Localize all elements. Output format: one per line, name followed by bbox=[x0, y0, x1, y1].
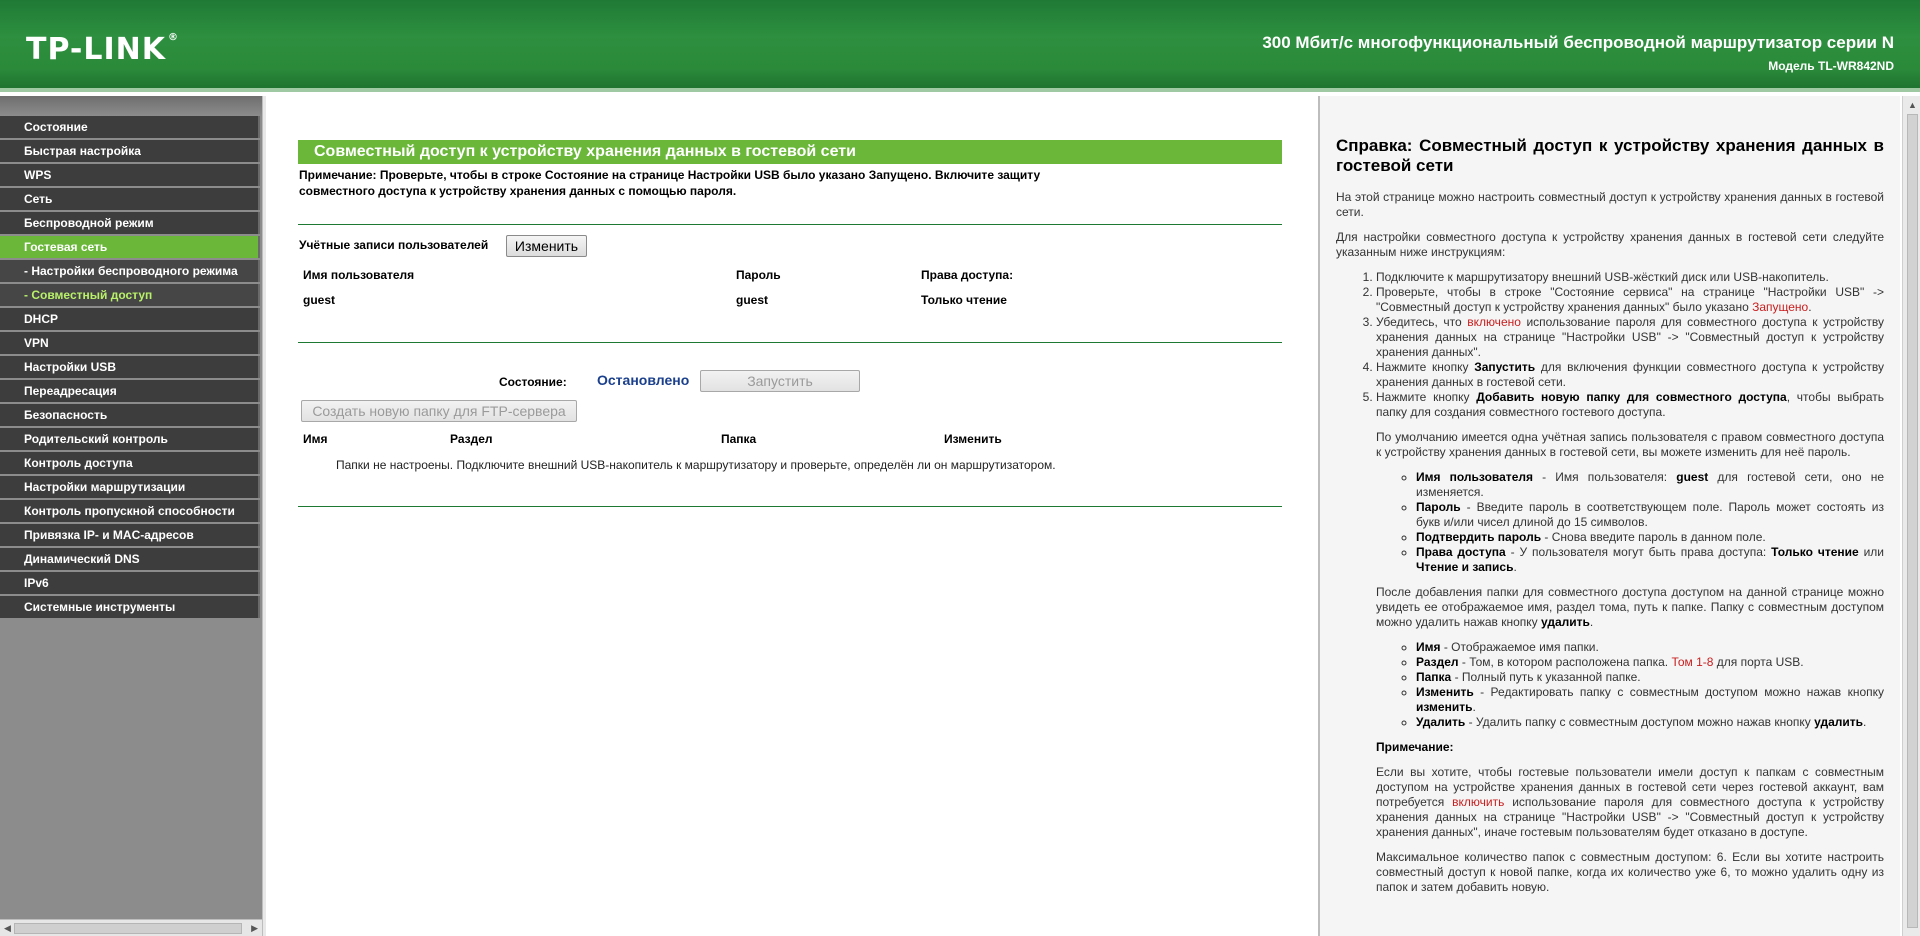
help-steps: Подключите к маршрутизатору внешний USB-… bbox=[1336, 270, 1884, 420]
sidebar-item[interactable]: Привязка IP- и MAC-адресов bbox=[0, 524, 260, 546]
column-header-username: Имя пользователя bbox=[303, 268, 415, 282]
sidebar-item[interactable]: - Совместный доступ bbox=[0, 284, 260, 306]
help-default-account: По умолчанию имеется одна учётная запись… bbox=[1376, 430, 1884, 459]
help-bullet: Папка - Полный путь к указанной папке. bbox=[1416, 670, 1884, 685]
help-bullet: Изменить - Редактировать папку с совмест… bbox=[1416, 685, 1884, 715]
sidebar-item[interactable]: Родительский контроль bbox=[0, 428, 260, 450]
divider-line bbox=[298, 224, 1282, 225]
sidebar-horizontal-scrollbar[interactable]: ◀ ▶ bbox=[0, 919, 262, 936]
sidebar-item[interactable]: - Настройки беспроводного режима bbox=[0, 260, 260, 282]
sidebar-item[interactable]: Контроль пропускной способности bbox=[0, 500, 260, 522]
section-title: Совместный доступ к устройству хранения … bbox=[298, 140, 1282, 164]
scroll-up-arrow-icon[interactable]: ▲ bbox=[1908, 100, 1917, 110]
help-step: Проверьте, чтобы в строке "Состояние сер… bbox=[1376, 285, 1884, 315]
new-folder-button[interactable]: Создать новую папку для FTP-сервера bbox=[301, 400, 577, 422]
status-label: Состояние: bbox=[499, 375, 567, 389]
help-bullet: Раздел - Том, в котором расположена папк… bbox=[1416, 655, 1884, 670]
help-bullet: Подтвердить пароль - Снова введите парол… bbox=[1416, 530, 1884, 545]
header-banner: TP-LINK ® 300 Мбит/с многофункциональный … bbox=[0, 0, 1920, 92]
help-folder-fields: Имя - Отображаемое имя папки. Раздел - Т… bbox=[1376, 640, 1884, 730]
status-value: Остановлено bbox=[597, 372, 690, 388]
tp-link-logo: TP-LINK ® bbox=[26, 32, 180, 67]
divider-line bbox=[298, 342, 1282, 343]
start-button[interactable]: Запустить bbox=[700, 370, 860, 392]
scrollbar-thumb[interactable] bbox=[14, 923, 242, 934]
scroll-right-arrow-icon[interactable]: ▶ bbox=[251, 923, 258, 934]
sidebar-item[interactable]: WPS bbox=[0, 164, 260, 186]
sidebar-menu: Состояние Быстрая настройка WPS Сеть Беспров… bbox=[0, 116, 260, 620]
help-after-add: После добавления папки для совместного д… bbox=[1376, 585, 1884, 629]
help-bullet: Удалить - Удалить папку с совместным дос… bbox=[1416, 715, 1884, 730]
help-instructions-intro: Для настройки совместного доступа к устр… bbox=[1336, 230, 1884, 259]
account-username: guest bbox=[303, 293, 336, 307]
help-account-fields: Имя пользователя - Имя пользователя: gue… bbox=[1376, 470, 1884, 575]
help-bullet: Имя - Отображаемое имя папки. bbox=[1416, 640, 1884, 655]
model-name: Модель TL-WR842ND bbox=[1768, 59, 1894, 73]
empty-folders-message: Папки не настроены. Подключите внешний U… bbox=[336, 458, 1056, 472]
sidebar-item[interactable]: Гостевая сеть bbox=[0, 236, 260, 258]
sidebar-item[interactable]: VPN bbox=[0, 332, 260, 354]
page-note: Примечание: Проверьте, чтобы в строке Со… bbox=[299, 168, 1041, 198]
divider-line bbox=[298, 506, 1282, 507]
sidebar-item[interactable]: DHCP bbox=[0, 308, 260, 330]
help-bullet: Пароль - Введите пароль в соответствующе… bbox=[1416, 500, 1884, 530]
help-note-title: Примечание: bbox=[1376, 740, 1454, 754]
main-content: Совместный доступ к устройству хранения … bbox=[266, 96, 1318, 936]
sidebar-item[interactable]: Настройки USB bbox=[0, 356, 260, 378]
help-step: Нажмите кнопку Запустить для включения ф… bbox=[1376, 360, 1884, 390]
column-header-edit: Изменить bbox=[944, 432, 1002, 446]
sidebar-item[interactable]: Безопасность bbox=[0, 404, 260, 426]
sidebar-item[interactable]: Контроль доступа bbox=[0, 452, 260, 474]
help-panel: Справка: Совместный доступ к устройству … bbox=[1320, 96, 1900, 936]
header-stripe bbox=[0, 88, 1920, 92]
column-header-name: Имя bbox=[303, 432, 328, 446]
account-password: guest bbox=[736, 293, 769, 307]
sidebar-item[interactable]: Состояние bbox=[0, 116, 260, 138]
scroll-left-arrow-icon[interactable]: ◀ bbox=[4, 923, 11, 934]
scrollbar-thumb[interactable] bbox=[1907, 114, 1918, 928]
help-max-folders: Максимальное количество папок с совместн… bbox=[1376, 850, 1884, 894]
help-bullet: Права доступа - У пользователя могут быт… bbox=[1416, 545, 1884, 575]
edit-accounts-button[interactable]: Изменить bbox=[506, 235, 587, 257]
sidebar-item[interactable]: Динамический DNS bbox=[0, 548, 260, 570]
product-title: 300 Мбит/с многофункциональный беспровод… bbox=[1262, 33, 1894, 52]
help-bullet: Имя пользователя - Имя пользователя: gue… bbox=[1416, 470, 1884, 500]
column-header-password: Пароль bbox=[736, 268, 781, 282]
sidebar-item[interactable]: Системные инструменты bbox=[0, 596, 260, 618]
help-note: Если вы хотите, чтобы гостевые пользоват… bbox=[1376, 765, 1884, 839]
sidebar-item[interactable]: Переадресация bbox=[0, 380, 260, 402]
help-step: Подключите к маршрутизатору внешний USB-… bbox=[1376, 270, 1884, 285]
account-rights: Только чтение bbox=[921, 293, 1007, 307]
help-title: Справка: Совместный доступ к устройству … bbox=[1336, 136, 1884, 175]
help-intro: На этой странице можно настроить совмест… bbox=[1336, 190, 1884, 219]
sidebar-item[interactable]: Быстрая настройка bbox=[0, 140, 260, 162]
help-step: Убедитесь, что включено использование па… bbox=[1376, 315, 1884, 360]
help-step: Нажмите кнопку Добавить новую папку для … bbox=[1376, 390, 1884, 420]
sidebar: Состояние Быстрая настройка WPS Сеть Беспров… bbox=[0, 96, 262, 936]
column-header-folder: Папка bbox=[721, 432, 757, 446]
help-vertical-scrollbar[interactable]: ▲ bbox=[1902, 96, 1920, 936]
column-header-rights: Права доступа: bbox=[921, 268, 1014, 282]
accounts-label: Учётные записи пользователей bbox=[299, 238, 489, 252]
sidebar-item[interactable]: Настройки маршрутизации bbox=[0, 476, 260, 498]
sidebar-item[interactable]: Беспроводной режим bbox=[0, 212, 260, 234]
column-header-volume: Раздел bbox=[450, 432, 493, 446]
sidebar-item[interactable]: Сеть bbox=[0, 188, 260, 210]
sidebar-item[interactable]: IPv6 bbox=[0, 572, 260, 594]
